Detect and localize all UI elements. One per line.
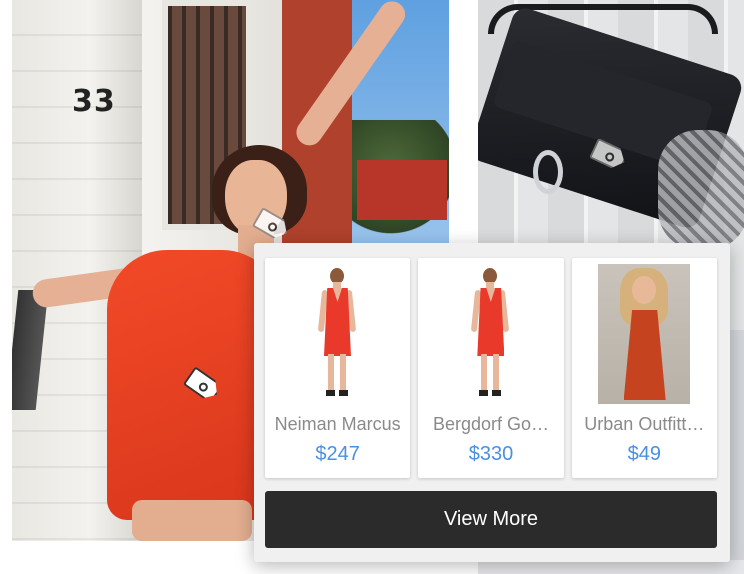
view-more-button[interactable]: View More — [265, 491, 717, 548]
product-image — [428, 264, 554, 404]
product-card[interactable]: Urban Outfitt… $49 — [571, 258, 717, 478]
model-legs — [132, 500, 252, 541]
product-cards: Neiman Marcus $247 Bergdorf Go… $330 Urb… — [265, 258, 717, 478]
product-image — [275, 264, 401, 404]
shopping-results-popup: Neiman Marcus $247 Bergdorf Go… $330 Urb… — [254, 243, 730, 562]
photo-edge-bottom — [478, 560, 744, 574]
bag-clasp — [533, 150, 563, 194]
product-price: $247 — [315, 443, 360, 465]
bag-chain — [658, 130, 744, 250]
store-name: Neiman Marcus — [274, 414, 401, 434]
red-roof — [357, 160, 447, 220]
store-name: Urban Outfitt… — [584, 414, 705, 434]
product-price: $330 — [468, 443, 514, 465]
store-name: Bergdorf Go… — [432, 414, 550, 434]
product-card[interactable]: Bergdorf Go… $330 — [418, 258, 564, 478]
product-image — [582, 264, 708, 404]
product-card[interactable]: Neiman Marcus $247 — [265, 258, 411, 478]
house-number: 33 — [72, 84, 116, 119]
product-price: $49 — [627, 443, 661, 465]
